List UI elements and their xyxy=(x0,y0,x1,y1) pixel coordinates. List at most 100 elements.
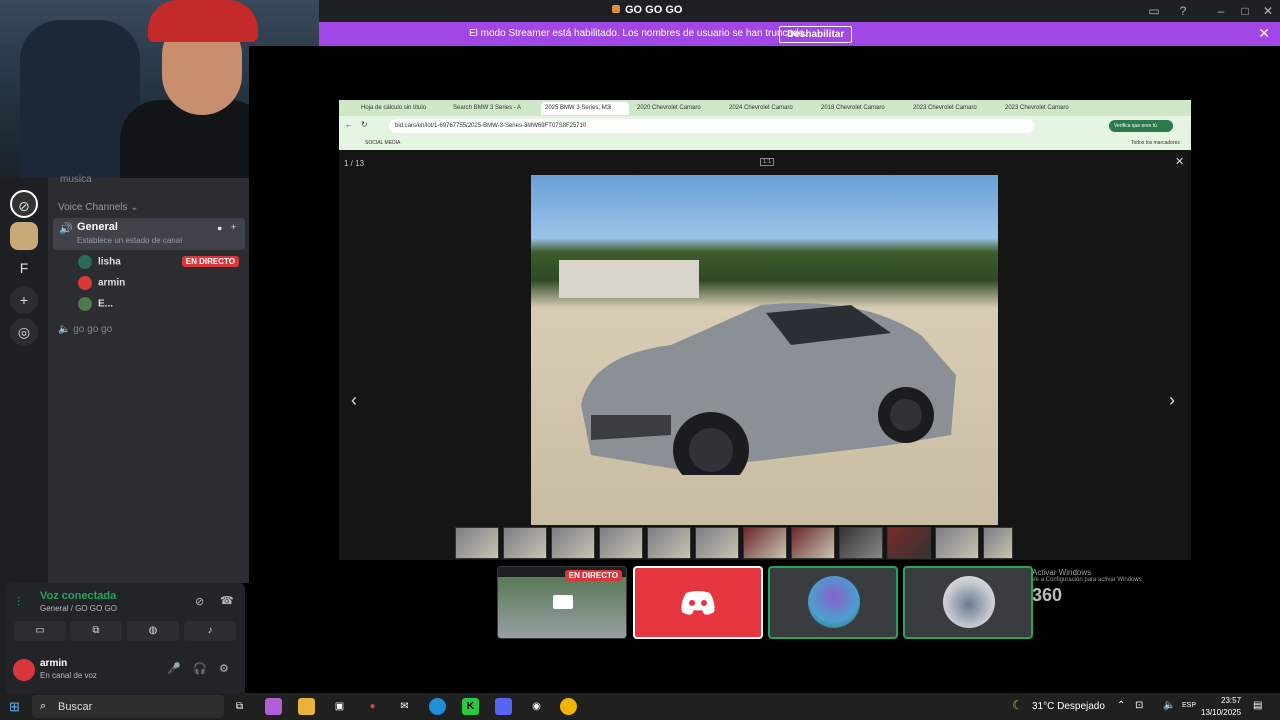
voice-member[interactable]: E... xyxy=(78,297,113,311)
thumbnail[interactable] xyxy=(983,527,1013,559)
search-label: Buscar xyxy=(58,701,93,713)
mail-icon[interactable]: ✉ xyxy=(396,698,413,715)
thumbnail[interactable] xyxy=(743,527,787,559)
viewer-close-icon[interactable]: ✕ xyxy=(1175,155,1184,168)
taskbar-clock[interactable]: 23:57 13/10/2025 xyxy=(1201,695,1241,719)
copilot-icon[interactable] xyxy=(265,698,282,715)
app-icon xyxy=(612,5,620,13)
soundboard-button[interactable]: ♪ xyxy=(184,621,236,641)
browser-tab[interactable]: 2020 Chevrolet Camaro xyxy=(633,102,721,115)
browser-tab[interactable]: 2018 Chevrolet Camaro xyxy=(817,102,905,115)
server-icon-letter[interactable]: F xyxy=(10,254,38,282)
noise-suppression-icon[interactable]: ⊘ xyxy=(195,595,204,608)
volume-icon[interactable]: 🔈 xyxy=(1163,700,1175,711)
close-icon[interactable]: ✕ xyxy=(1258,25,1270,42)
edge-icon[interactable] xyxy=(429,698,446,715)
maximize-button[interactable]: □ xyxy=(1237,3,1253,19)
browser-tab-active[interactable]: 2025 BMW 3 Series, M3i xyxy=(541,102,629,115)
participant-tile-car[interactable] xyxy=(903,566,1033,639)
share-screen-button[interactable]: ⧉ xyxy=(70,621,122,641)
kick-icon[interactable]: K xyxy=(462,698,479,715)
weather-text[interactable]: 31°C Despejado xyxy=(1032,701,1105,712)
voice-channel-general[interactable]: 🔊 General Establece un estado de canal ●… xyxy=(53,218,245,250)
tray-chevron-icon[interactable]: ⌃ xyxy=(1117,700,1125,711)
task-view-icon[interactable]: ⧉ xyxy=(231,698,248,715)
car-photo xyxy=(531,175,998,525)
browser-tab[interactable]: Hoja de cálculo sin título xyxy=(357,102,445,115)
taskbar-search[interactable]: ⌕ Buscar xyxy=(32,695,224,718)
thumbnail[interactable] xyxy=(839,527,883,559)
weather-moon-icon[interactable]: ☾ xyxy=(1012,698,1023,712)
all-bookmarks[interactable]: Todos los marcadores xyxy=(1131,140,1180,146)
activity-button[interactable]: ◍ xyxy=(127,621,179,641)
browser-tab[interactable]: 2023 Chevrolet Camaro xyxy=(1001,102,1089,115)
invite-icon[interactable]: + xyxy=(231,222,236,232)
participant-tile-avatar[interactable] xyxy=(768,566,898,639)
partial-channel[interactable]: musica xyxy=(60,174,92,185)
avatar xyxy=(78,276,92,290)
browser-tab[interactable]: 2023 Chevrolet Camaro xyxy=(909,102,997,115)
disable-streamer-button[interactable]: Deshabilitar xyxy=(779,26,853,43)
browser-tab[interactable]: 2024 Chevrolet Camaro xyxy=(725,102,813,115)
app-red-icon[interactable]: ● xyxy=(364,698,381,715)
back-icon[interactable]: ← xyxy=(345,120,353,129)
thumbnail[interactable] xyxy=(695,527,739,559)
screen-share-icon[interactable]: ▭ xyxy=(1146,3,1162,19)
username[interactable]: armin xyxy=(40,658,67,669)
watermark-subtitle: Ve a Configuración para activar Windows xyxy=(1032,577,1142,583)
file-explorer-icon[interactable] xyxy=(298,698,315,715)
thumbnail[interactable] xyxy=(455,527,499,559)
notifications-icon[interactable]: ▤ xyxy=(1253,700,1262,711)
thumbnail[interactable] xyxy=(503,527,547,559)
avatar[interactable] xyxy=(13,659,35,681)
participant-tile-armin[interactable] xyxy=(633,566,763,639)
thumbnail[interactable] xyxy=(647,527,691,559)
bookmark-social-media[interactable]: SOCIAL MEDIA xyxy=(365,140,400,146)
reload-icon[interactable]: ↻ xyxy=(361,120,368,129)
microphone-icon[interactable]: 🎤 xyxy=(167,662,181,675)
thumbnail[interactable] xyxy=(599,527,643,559)
ratio-toggle[interactable]: 1:1 xyxy=(760,158,775,166)
address-bar[interactable]: bid.cars/en/lot/1-69767755/2025-BMW-3-Se… xyxy=(389,119,1034,133)
store-icon[interactable]: ▣ xyxy=(331,698,348,715)
category-voice-channels[interactable]: Voice Channels ⌄ xyxy=(58,202,139,213)
explore-icon[interactable]: ◎ xyxy=(10,318,38,346)
voice-channel-go-go-go[interactable]: 🔈 go go go xyxy=(58,324,112,335)
obs-icon[interactable]: ◉ xyxy=(528,698,545,715)
verify-button[interactable]: Verifica que eres tú xyxy=(1109,120,1173,132)
avatar xyxy=(78,255,92,269)
chrome-icon[interactable] xyxy=(560,698,577,715)
camera-off-button[interactable]: ▭ xyxy=(14,621,66,641)
close-window-button[interactable]: ✕ xyxy=(1260,3,1276,19)
headphones-icon[interactable]: 🎧 xyxy=(193,662,207,675)
chat-icon[interactable]: ● xyxy=(217,223,222,233)
gear-icon[interactable]: ⚙ xyxy=(219,662,229,675)
shared-browser-window[interactable]: Hoja de cálculo sin título Search BMW 3 … xyxy=(339,100,1191,605)
next-arrow-icon[interactable]: › xyxy=(1169,390,1175,411)
help-icon[interactable]: ? xyxy=(1175,3,1191,19)
add-server-icon[interactable]: + xyxy=(10,286,38,314)
prev-arrow-icon[interactable]: ‹ xyxy=(351,390,357,411)
voice-status[interactable]: Voz conectada xyxy=(40,590,116,602)
disconnect-icon[interactable]: ☎ xyxy=(220,594,234,607)
minimize-button[interactable]: – xyxy=(1213,3,1229,19)
thumbnail[interactable] xyxy=(887,527,931,559)
network-icon[interactable]: ⊡ xyxy=(1135,700,1143,711)
language-indicator[interactable]: ESP xyxy=(1182,702,1196,709)
browser-tab[interactable]: Search BMW 3 Series - A xyxy=(449,102,537,115)
windows-start-icon[interactable]: ⊞ xyxy=(9,699,20,715)
category-label: Voice Channels xyxy=(58,202,128,213)
server-icon-no-entry[interactable]: ⊘ xyxy=(10,190,38,218)
avatar xyxy=(943,576,995,628)
voice-member[interactable]: armin xyxy=(78,276,125,290)
signal-icon[interactable]: ⫶ xyxy=(17,595,20,610)
badge-360[interactable]: 360 xyxy=(1032,585,1142,606)
voice-location[interactable]: General / GO GO GO xyxy=(40,604,117,613)
thumbnail[interactable] xyxy=(551,527,595,559)
stream-tile-lisha[interactable]: EN DIRECTO xyxy=(497,566,627,639)
thumbnail[interactable] xyxy=(935,527,979,559)
discord-taskbar-icon[interactable] xyxy=(495,698,512,715)
channel-status-placeholder[interactable]: Establece un estado de canal xyxy=(77,236,182,245)
server-icon-image[interactable] xyxy=(10,222,38,250)
thumbnail[interactable] xyxy=(791,527,835,559)
